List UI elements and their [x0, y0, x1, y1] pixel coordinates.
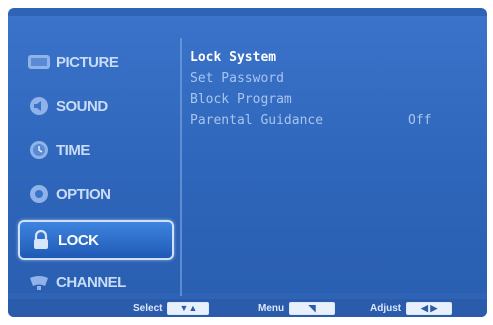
sidebar-item-time[interactable]: TIME [18, 132, 170, 168]
menu-panel: PICTURE SOUND TIME OPTION LOCK CHANNEL L… [8, 16, 487, 296]
sidebar-item-picture[interactable]: PICTURE [18, 44, 170, 80]
sidebar-item-label: PICTURE [56, 53, 119, 71]
sidebar-item-label: OPTION [56, 185, 111, 203]
menu-label: Menu [258, 302, 285, 314]
sidebar-item-label: SOUND [56, 97, 108, 115]
sound-icon [26, 95, 52, 117]
sidebar-item-label: CHANNEL [56, 273, 126, 291]
menu-item-parental-guidance[interactable]: Parental Guidance Off [190, 113, 470, 134]
time-icon [26, 139, 52, 161]
parental-guidance-value[interactable]: Off [408, 113, 431, 128]
page-title: Lock System [190, 50, 277, 65]
sidebar-item-label: TIME [56, 141, 90, 159]
adjust-hint: Adjust ◀ ▶ [370, 301, 453, 315]
tv-osd-frame: PICTURE SOUND TIME OPTION LOCK CHANNEL L… [8, 8, 487, 317]
menu-item-label: Block Program [190, 92, 292, 107]
channel-icon [26, 271, 52, 293]
option-icon [26, 183, 52, 205]
left-right-key-icon: ◀ ▶ [406, 301, 453, 315]
sidebar-item-lock[interactable]: LOCK [18, 220, 174, 260]
lock-icon [28, 229, 54, 251]
picture-icon [26, 51, 52, 73]
menu-item-label: Parental Guidance [190, 113, 324, 128]
menu-item-block-program[interactable]: Block Program [190, 92, 470, 113]
up-down-key-icon: ▼▲ [167, 301, 210, 315]
sidebar-item-option[interactable]: OPTION [18, 176, 170, 212]
menu-key-icon: ◥ [289, 301, 336, 315]
sidebar-item-label: LOCK [58, 231, 99, 249]
sidebar: PICTURE SOUND TIME OPTION LOCK CHANNEL [18, 42, 178, 292]
lock-settings-panel: Lock System Set Password Block Program P… [190, 50, 470, 134]
menu-hint: Menu ◥ [258, 301, 336, 315]
sidebar-item-sound[interactable]: SOUND [18, 88, 170, 124]
adjust-label: Adjust [370, 302, 402, 314]
sidebar-item-channel[interactable]: CHANNEL [18, 264, 170, 300]
vertical-divider [180, 38, 182, 296]
help-bar: Select ▼▲ Menu ◥ Adjust ◀ ▶ [8, 299, 487, 317]
menu-item-label: Set Password [190, 71, 284, 86]
menu-item-set-password[interactable]: Set Password [190, 71, 470, 92]
menu-title-row: Lock System [190, 50, 470, 71]
select-label: Select [133, 302, 163, 314]
select-hint: Select ▼▲ [133, 301, 210, 315]
